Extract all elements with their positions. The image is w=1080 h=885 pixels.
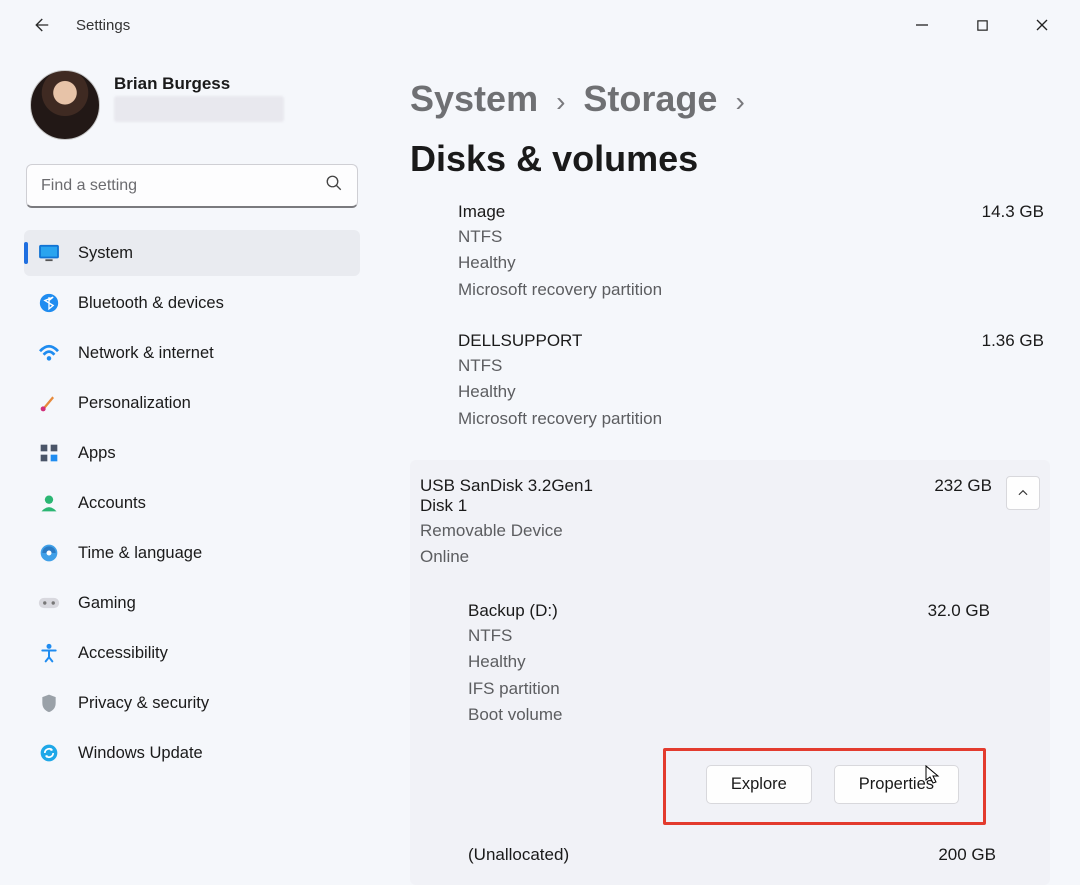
main-content: System › Storage › Disks & volumes Image…	[370, 50, 1080, 885]
volume-size: 14.3 GB	[982, 202, 1050, 222]
search-box[interactable]	[26, 164, 358, 208]
maximize-icon	[976, 19, 989, 32]
disk-size: 232 GB	[934, 476, 992, 496]
volume-name: Backup (D:)	[468, 601, 558, 621]
volume-name: Image	[458, 202, 505, 222]
sidebar-item-accounts[interactable]: Accounts	[24, 480, 360, 526]
disk-kind: Removable Device	[420, 518, 934, 544]
gaming-icon	[38, 592, 60, 614]
volume-item[interactable]: DELLSUPPORT 1.36 GB NTFS Healthy Microso…	[410, 331, 1050, 432]
back-button[interactable]	[28, 13, 52, 37]
sidebar-item-bluetooth[interactable]: Bluetooth & devices	[24, 280, 360, 326]
volume-fs: NTFS	[458, 224, 1050, 250]
profile-block[interactable]: Brian Burgess	[30, 70, 360, 140]
unallocated-size: 200 GB	[938, 845, 996, 865]
volume-item[interactable]: Image 14.3 GB NTFS Healthy Microsoft rec…	[410, 202, 1050, 303]
disk-header[interactable]: USB SanDisk 3.2Gen1 Disk 1 Removable Dev…	[420, 476, 1040, 569]
actions-highlight: Explore Properties	[663, 748, 986, 825]
nav-label: Network & internet	[78, 344, 214, 363]
nav-label: Accessibility	[78, 644, 168, 663]
chevron-right-icon: ›	[556, 86, 565, 118]
sidebar: Brian Burgess System Bluetooth & devices…	[0, 50, 370, 885]
sidebar-item-time[interactable]: Time & language	[24, 530, 360, 576]
nav: System Bluetooth & devices Network & int…	[24, 230, 360, 776]
minimize-icon	[915, 18, 929, 32]
disk-name: USB SanDisk 3.2Gen1	[420, 476, 934, 496]
volume-type: Microsoft recovery partition	[458, 277, 1050, 303]
nav-label: Time & language	[78, 544, 202, 563]
app-title: Settings	[76, 17, 130, 34]
volume-fs: NTFS	[458, 353, 1050, 379]
sidebar-item-gaming[interactable]: Gaming	[24, 580, 360, 626]
title-bar: Settings	[0, 0, 1080, 50]
chevron-up-icon	[1016, 486, 1030, 500]
unallocated-label: (Unallocated)	[468, 845, 569, 865]
sidebar-item-accessibility[interactable]: Accessibility	[24, 630, 360, 676]
profile-email-redacted	[114, 96, 284, 122]
update-icon	[38, 742, 60, 764]
sidebar-item-apps[interactable]: Apps	[24, 430, 360, 476]
time-icon	[38, 542, 60, 564]
accounts-icon	[38, 492, 60, 514]
close-button[interactable]	[1012, 5, 1072, 45]
breadcrumb: System › Storage › Disks & volumes	[410, 78, 1050, 180]
minimize-button[interactable]	[892, 5, 952, 45]
volume-size: 1.36 GB	[982, 331, 1050, 351]
properties-button[interactable]: Properties	[834, 765, 959, 804]
nav-label: Personalization	[78, 394, 191, 413]
nav-label: Windows Update	[78, 744, 203, 763]
search-input[interactable]	[41, 177, 325, 195]
nav-label: Bluetooth & devices	[78, 294, 224, 313]
accessibility-icon	[38, 642, 60, 664]
breadcrumb-storage[interactable]: Storage	[583, 78, 717, 120]
close-icon	[1035, 18, 1049, 32]
nav-label: Privacy & security	[78, 694, 209, 713]
sidebar-item-network[interactable]: Network & internet	[24, 330, 360, 376]
collapse-button[interactable]	[1006, 476, 1040, 510]
breadcrumb-current: Disks & volumes	[410, 138, 698, 180]
volume-ptype: IFS partition	[468, 676, 1040, 702]
volume-size: 32.0 GB	[928, 601, 996, 621]
chevron-right-icon: ›	[735, 86, 744, 118]
volume-item[interactable]: Backup (D:) 32.0 GB NTFS Healthy IFS par…	[420, 601, 1040, 825]
nav-label: Gaming	[78, 594, 136, 613]
volume-name: DELLSUPPORT	[458, 331, 582, 351]
disk-status: Online	[420, 544, 934, 570]
volume-health: Healthy	[458, 379, 1050, 405]
breadcrumb-system[interactable]: System	[410, 78, 538, 120]
title-bar-left: Settings	[28, 13, 130, 37]
brush-icon	[38, 392, 60, 414]
explore-button[interactable]: Explore	[706, 765, 812, 804]
apps-icon	[38, 442, 60, 464]
maximize-button[interactable]	[952, 5, 1012, 45]
bluetooth-icon	[38, 292, 60, 314]
volume-health: Healthy	[468, 649, 1040, 675]
avatar	[30, 70, 100, 140]
volume-type: Microsoft recovery partition	[458, 406, 1050, 432]
profile-name: Brian Burgess	[114, 74, 284, 94]
system-icon	[38, 242, 60, 264]
unallocated-row[interactable]: (Unallocated) 200 GB	[420, 825, 1040, 865]
sidebar-item-update[interactable]: Windows Update	[24, 730, 360, 776]
sidebar-item-personalization[interactable]: Personalization	[24, 380, 360, 426]
volume-health: Healthy	[458, 250, 1050, 276]
nav-label: Accounts	[78, 494, 146, 513]
window-controls	[892, 5, 1072, 45]
nav-label: System	[78, 244, 133, 263]
nav-label: Apps	[78, 444, 116, 463]
sidebar-item-privacy[interactable]: Privacy & security	[24, 680, 360, 726]
volume-role: Boot volume	[468, 702, 1040, 728]
search-icon	[325, 174, 343, 197]
disk-card: USB SanDisk 3.2Gen1 Disk 1 Removable Dev…	[410, 460, 1050, 885]
wifi-icon	[38, 342, 60, 364]
arrow-left-icon	[31, 16, 49, 34]
privacy-icon	[38, 692, 60, 714]
volume-fs: NTFS	[468, 623, 1040, 649]
sidebar-item-system[interactable]: System	[24, 230, 360, 276]
disk-label: Disk 1	[420, 496, 934, 516]
